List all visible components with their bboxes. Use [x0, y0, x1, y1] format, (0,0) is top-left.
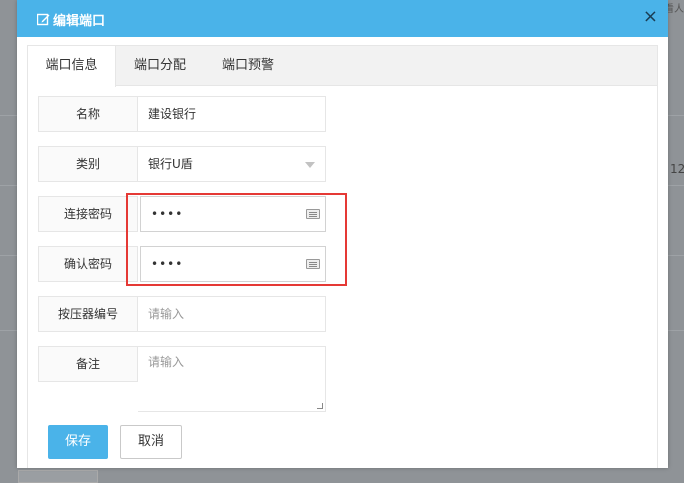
name-input[interactable]: 建设银行 — [138, 96, 326, 132]
remark-placeholder: 请输入 — [148, 355, 185, 369]
category-select[interactable]: 银行U盾 — [138, 146, 326, 182]
chevron-down-icon — [305, 162, 315, 168]
dialog-header: 编辑端口 × — [17, 0, 668, 37]
close-button[interactable]: × — [643, 7, 658, 27]
remark-label: 备注 — [38, 346, 138, 382]
dialog-title: 编辑端口 — [37, 10, 105, 29]
remark-row: 备注 请输入 — [38, 346, 326, 412]
tab-bar: 端口信息 端口分配 端口预警 — [28, 46, 657, 87]
edit-icon — [37, 13, 50, 26]
tab-port-info[interactable]: 端口信息 — [28, 46, 116, 87]
dialog-title-text: 编辑端口 — [53, 14, 106, 29]
presser-id-row: 按压器编号 请输入 — [38, 296, 326, 332]
category-value: 银行U盾 — [148, 157, 193, 171]
presser-id-label: 按压器编号 — [38, 296, 138, 332]
confirm-password-label: 确认密码 — [38, 246, 138, 282]
tab-port-assignment[interactable]: 端口分配 — [116, 46, 204, 86]
name-label: 名称 — [38, 96, 138, 132]
resize-handle-icon[interactable] — [317, 403, 323, 409]
background-side-number: 12 — [670, 162, 684, 176]
background-box — [18, 470, 98, 483]
password-highlight-box — [126, 193, 347, 286]
name-row: 名称 建设银行 — [38, 96, 326, 132]
category-row: 类别 银行U盾 — [38, 146, 326, 182]
connect-password-label: 连接密码 — [38, 196, 138, 232]
category-label: 类别 — [38, 146, 138, 182]
presser-id-input[interactable]: 请输入 — [138, 296, 326, 332]
remark-textarea[interactable]: 请输入 — [138, 346, 326, 412]
save-button[interactable]: 保存 — [48, 425, 108, 459]
cancel-button[interactable]: 取消 — [120, 425, 182, 459]
tab-port-alert[interactable]: 端口预警 — [204, 46, 292, 86]
